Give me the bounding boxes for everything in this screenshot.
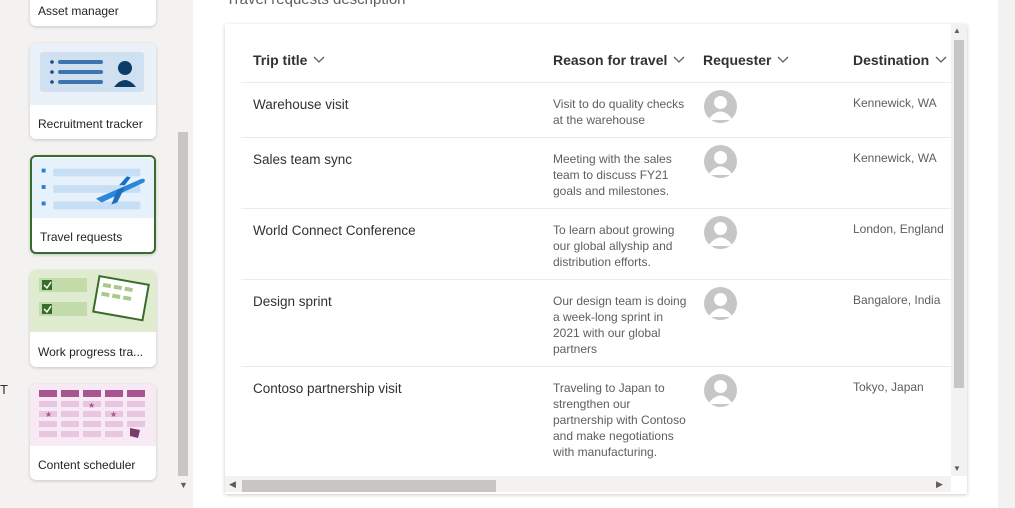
template-card-work-progress-tracker[interactable]: Work progress tra... — [30, 270, 156, 367]
table-row[interactable]: Warehouse visit Visit to do quality chec… — [225, 90, 951, 138]
scroll-down-arrow-icon[interactable]: ▼ — [953, 464, 961, 473]
vertical-scrollbar-thumb[interactable] — [954, 40, 964, 388]
trip-title-cell: Contoso partnership visit — [253, 381, 402, 396]
scroll-up-arrow-icon[interactable]: ▲ — [953, 26, 961, 35]
template-card-travel-requests[interactable]: Travel requests — [30, 155, 156, 254]
chevron-down-icon — [778, 56, 789, 63]
column-header-label: Requester — [703, 52, 772, 68]
destination-cell: Kennewick, WA — [853, 96, 937, 110]
preview-heading: Travel requests description — [226, 0, 406, 8]
reason-cell: Our design team is doing a week-long spr… — [553, 294, 687, 356]
person-icon — [704, 216, 737, 249]
column-header-label: Destination — [853, 52, 930, 68]
destination-cell: Tokyo, Japan — [853, 380, 924, 394]
reason-cell: To learn about growing our global allysh… — [553, 223, 675, 269]
person-icon — [704, 287, 737, 320]
destination-cell: Kennewick, WA — [853, 151, 937, 165]
scroll-right-arrow-icon[interactable]: ▶ — [936, 479, 943, 490]
travel-requests-list-preview: Trip title Reason for travel Requester D… — [225, 24, 967, 494]
column-header-label: Reason for travel — [553, 52, 668, 68]
reason-cell: Visit to do quality checks at the wareho… — [553, 97, 685, 127]
recruitment-tracker-thumbnail — [30, 43, 156, 105]
scroll-left-arrow-icon[interactable]: ◀ — [229, 479, 236, 490]
row-divider — [241, 279, 951, 280]
table-row[interactable]: Design sprint Our design team is doing a… — [225, 287, 951, 367]
scroll-down-arrow-icon[interactable]: ▼ — [179, 480, 188, 490]
column-header-reason-for-travel[interactable]: Reason for travel — [553, 52, 685, 68]
header-divider — [241, 82, 951, 83]
page-background-right — [998, 0, 1015, 508]
template-card-content-scheduler[interactable]: ★ ★ ★ Content scheduler — [30, 384, 156, 480]
travel-requests-thumbnail — [32, 157, 154, 219]
reason-cell: Traveling to Japan to strengthen our par… — [553, 381, 686, 459]
template-card-asset-manager[interactable]: Asset manager — [30, 0, 156, 26]
content-scheduler-thumbnail: ★ ★ ★ — [30, 384, 156, 446]
chevron-down-icon — [673, 56, 685, 63]
column-header-trip-title[interactable]: Trip title — [253, 52, 325, 68]
destination-cell: London, England — [853, 222, 944, 236]
template-card-label: Recruitment tracker — [38, 117, 143, 131]
table-row[interactable]: Contoso partnership visit Traveling to J… — [225, 374, 951, 478]
column-header-destination[interactable]: Destination — [853, 52, 947, 68]
template-list-panel: Asset manager Recruitment tracker Travel… — [10, 0, 193, 508]
person-icon — [704, 145, 737, 178]
row-divider — [241, 208, 951, 209]
trip-title-cell: Warehouse visit — [253, 97, 349, 112]
trip-title-cell: Sales team sync — [253, 152, 353, 167]
destination-cell: Bangalore, India — [853, 293, 941, 307]
template-card-recruitment-tracker[interactable]: Recruitment tracker — [30, 43, 156, 139]
chevron-down-icon — [935, 56, 947, 63]
svg-text:★: ★ — [110, 410, 117, 419]
table-row[interactable]: World Connect Conference To learn about … — [225, 216, 951, 280]
template-card-label: Asset manager — [38, 4, 119, 18]
svg-text:★: ★ — [88, 401, 95, 410]
trip-title-cell: Design sprint — [253, 294, 332, 309]
work-progress-thumbnail — [30, 270, 156, 332]
chevron-down-icon — [313, 56, 325, 63]
column-header-requester[interactable]: Requester — [703, 52, 789, 68]
page-background-left — [0, 0, 10, 508]
person-icon — [704, 374, 737, 407]
background-text-fragment: T — [0, 382, 8, 397]
reason-cell: Meeting with the sales team to discuss F… — [553, 152, 672, 198]
svg-text:★: ★ — [45, 410, 52, 419]
row-divider — [241, 137, 951, 138]
template-panel-scrollbar-thumb[interactable] — [178, 132, 188, 476]
row-divider — [241, 366, 951, 367]
table-row[interactable]: Sales team sync Meeting with the sales t… — [225, 145, 951, 209]
template-card-label: Travel requests — [40, 230, 123, 244]
horizontal-scrollbar-thumb[interactable] — [242, 480, 496, 492]
template-card-label: Content scheduler — [38, 458, 136, 472]
person-icon — [704, 90, 737, 123]
column-header-label: Trip title — [253, 52, 308, 68]
trip-title-cell: World Connect Conference — [253, 223, 416, 238]
template-card-label: Work progress tra... — [38, 345, 144, 359]
